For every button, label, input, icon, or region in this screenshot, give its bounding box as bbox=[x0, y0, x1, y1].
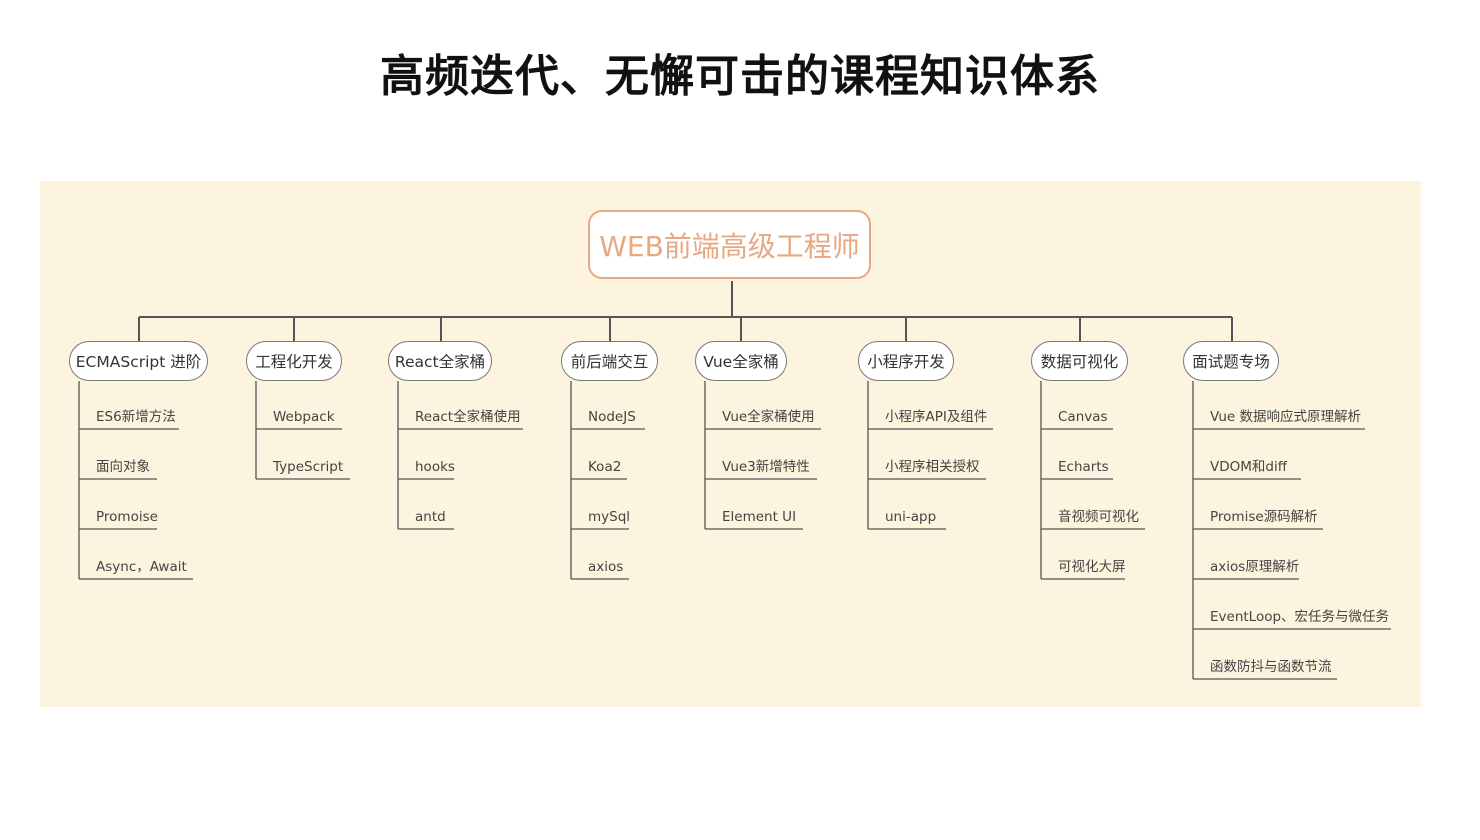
branch-node: React全家桶 bbox=[388, 341, 492, 381]
leaf-item: Canvas bbox=[1058, 409, 1108, 425]
leaf-item: Echarts bbox=[1058, 459, 1109, 475]
leaf-item: 小程序API及组件 bbox=[885, 409, 988, 425]
leaf-item: Async，Await bbox=[96, 559, 187, 575]
leaf-item: 音视频可视化 bbox=[1058, 509, 1139, 525]
leaf-item: antd bbox=[415, 509, 446, 525]
mindmap-canvas: WEB前端高级工程师 ECMAScript 进阶 ES6新增方法 面向对象 Promo… bbox=[40, 181, 1421, 707]
branch-node: ECMAScript 进阶 bbox=[69, 341, 208, 381]
leaf-item: mySql bbox=[588, 509, 631, 525]
leaf-item: Promise源码解析 bbox=[1210, 509, 1318, 525]
leaf-item: Vue 数据响应式原理解析 bbox=[1210, 409, 1361, 425]
leaf-item: hooks bbox=[415, 459, 455, 475]
branch-node: 小程序开发 bbox=[858, 341, 954, 381]
leaf-item: NodeJS bbox=[588, 409, 636, 425]
branch-node: 前后端交互 bbox=[561, 341, 658, 381]
leaf-item: ES6新增方法 bbox=[96, 409, 176, 425]
leaf-item: Koa2 bbox=[588, 459, 622, 475]
branch-node: 数据可视化 bbox=[1031, 341, 1128, 381]
leaf-item: Vue全家桶使用 bbox=[722, 409, 815, 425]
leaf-item: EventLoop、宏任务与微任务 bbox=[1210, 609, 1390, 625]
leaf-item: 可视化大屏 bbox=[1058, 559, 1126, 575]
leaf-item: uni-app bbox=[885, 509, 937, 525]
leaf-item: Element UI bbox=[722, 509, 797, 525]
leaf-item: Vue3新增特性 bbox=[722, 459, 810, 475]
leaf-item: axios bbox=[588, 559, 624, 575]
branch-node: 面试题专场 bbox=[1183, 341, 1279, 381]
root-label: WEB前端高级工程师 bbox=[599, 229, 860, 263]
leaf-item: Webpack bbox=[273, 409, 335, 425]
leaf-item: 面向对象 bbox=[96, 459, 150, 475]
leaf-item: 函数防抖与函数节流 bbox=[1210, 659, 1332, 675]
leaf-item: React全家桶使用 bbox=[415, 409, 521, 425]
leaf-item: TypeScript bbox=[273, 459, 344, 475]
leaf-item: axios原理解析 bbox=[1210, 559, 1300, 575]
leaf-item: VDOM和diff bbox=[1210, 459, 1288, 475]
leaf-item: Promoise bbox=[96, 509, 158, 525]
root-node: WEB前端高级工程师 bbox=[588, 210, 871, 279]
leaf-item: 小程序相关授权 bbox=[885, 459, 980, 475]
branch-node: 工程化开发 bbox=[246, 341, 342, 381]
branch-node: Vue全家桶 bbox=[695, 341, 787, 381]
page-title: 高频迭代、无懈可击的课程知识体系 bbox=[380, 51, 1100, 102]
